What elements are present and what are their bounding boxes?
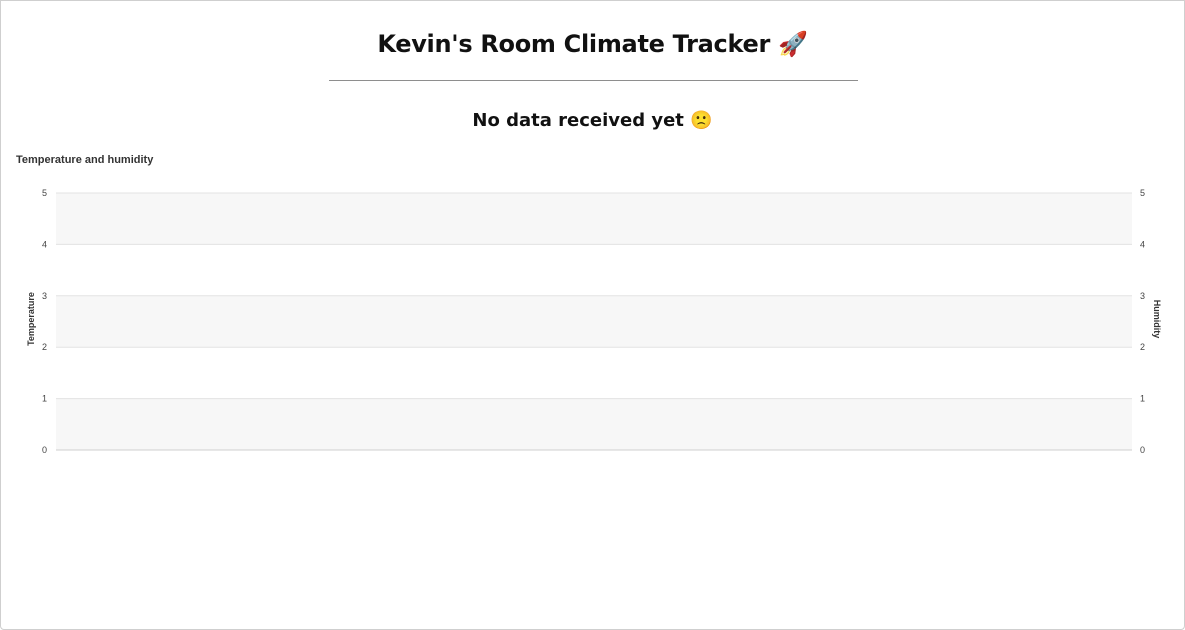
temperature-humidity-chart[interactable]: 0 1 2 3 4 5 0 1 2 3 4 5 Temperature Humidity [0,180,1185,470]
y-axis-label-temperature: Temperature [26,292,36,346]
chart-title: Temperature and humidity [16,154,154,166]
right-tick-label: 0 [1140,445,1145,455]
left-tick-label: 4 [42,239,47,249]
left-axis-ticks: 0 1 2 3 4 5 [42,188,47,455]
plot-band [56,193,1132,245]
plot-band [56,398,1132,450]
right-tick-label: 2 [1140,342,1145,352]
title-divider [329,80,858,81]
left-tick-label: 1 [42,394,47,404]
y-axis-label-humidity: Humidity [1152,300,1162,339]
right-tick-label: 1 [1140,394,1145,404]
left-tick-label: 3 [42,291,47,301]
plot-band [56,295,1132,348]
left-tick-label: 2 [42,342,47,352]
left-tick-label: 0 [42,445,47,455]
right-tick-label: 3 [1140,291,1145,301]
plot-band [56,347,1132,399]
right-tick-label: 5 [1140,188,1145,198]
page-title: Kevin's Room Climate Tracker 🚀 [377,30,808,58]
right-axis-ticks: 0 1 2 3 4 5 [1140,188,1145,455]
no-data-message: No data received yet 🙁 [472,110,713,131]
plot-background [56,193,1132,450]
left-tick-label: 5 [42,188,47,198]
plot-band [56,244,1132,296]
right-tick-label: 4 [1140,239,1145,249]
